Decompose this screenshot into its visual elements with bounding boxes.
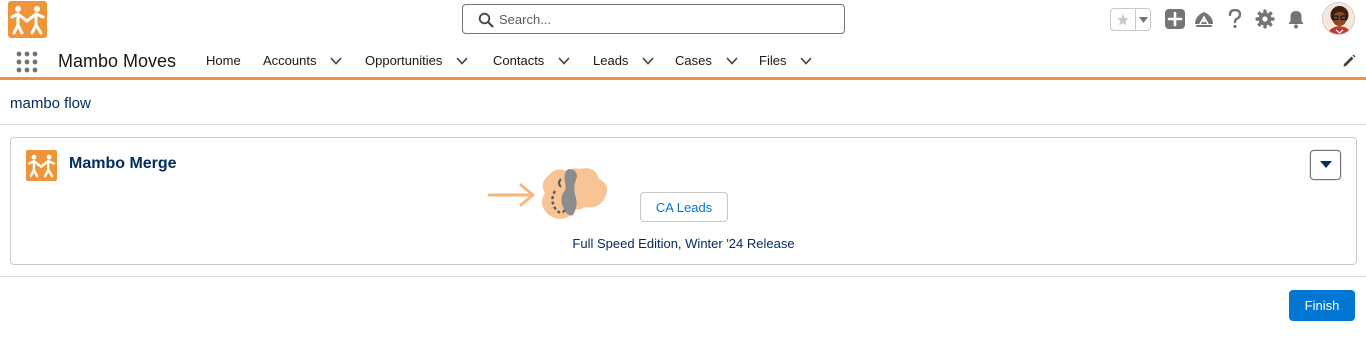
nav-item-files[interactable]: Files [759,53,813,68]
favorites-dropdown-button[interactable] [1135,9,1150,30]
chevron-down-icon [1138,16,1148,23]
favorite-star-button[interactable] [1111,9,1135,30]
global-search[interactable] [462,4,845,34]
page-title: mambo flow [10,95,91,112]
star-icon [1117,13,1129,25]
nav-item-contacts[interactable]: Contacts [493,53,570,68]
divider [0,124,1366,125]
notifications-button[interactable] [1285,8,1307,30]
settings-icon [1255,9,1275,29]
favorites-group [1110,8,1151,31]
nav-item-label: Files [759,53,787,68]
avatar[interactable] [1322,2,1355,35]
search-icon [478,12,494,28]
finish-button[interactable]: Finish [1289,290,1355,321]
chevron-down-icon[interactable] [330,56,343,65]
nav-item-label: Opportunities [365,53,443,68]
nav-item-label: Cases [675,53,712,68]
add-icon [1165,9,1185,29]
help-button[interactable] [1224,8,1246,30]
nav-item-accounts[interactable]: Accounts [263,53,343,68]
nav-item-cases[interactable]: Cases [675,53,738,68]
merge-illustration [487,168,607,219]
global-actions-button[interactable] [1164,8,1186,30]
divider [0,276,1366,277]
search-input[interactable] [499,9,829,29]
nav-item-home[interactable]: Home [206,53,241,68]
nav-item-opportunities[interactable]: Opportunities [365,53,468,68]
flow-card: Mambo Merge CA Leads Full Speed Edition,… [10,137,1357,265]
nav-bar: Mambo Moves Home Accounts Opportunities … [0,42,1366,80]
chevron-down-icon[interactable] [558,56,570,65]
help-icon [1228,9,1242,29]
card-title: Mambo Merge [69,155,177,172]
chevron-down-icon [1319,161,1332,168]
chevron-down-icon[interactable] [456,56,468,65]
nav-item-leads[interactable]: Leads [593,53,655,68]
nav-item-label: Contacts [493,53,545,68]
nav-item-label: Leads [593,53,629,68]
trailhead-button[interactable] [1193,8,1215,30]
chevron-down-icon[interactable] [726,56,738,65]
release-label: Full Speed Edition, Winter '24 Release [572,236,795,251]
notifications-icon [1288,11,1304,29]
global-header [0,0,1366,42]
app-name: Mambo Moves [58,51,177,71]
trailhead-icon [1195,12,1213,27]
edit-nav-icon[interactable] [1342,54,1356,68]
chevron-down-icon[interactable] [642,56,655,65]
nav-item-label: Home [206,53,241,68]
chevron-down-icon[interactable] [800,56,813,65]
ca-leads-button[interactable]: CA Leads [640,192,728,222]
card-logo-icon [26,150,57,181]
card-menu-button[interactable] [1310,150,1341,180]
nav-item-label: Accounts [263,53,317,68]
app-launcher-icon[interactable] [16,51,38,73]
app-logo[interactable] [8,1,47,38]
setup-button[interactable] [1254,8,1276,30]
